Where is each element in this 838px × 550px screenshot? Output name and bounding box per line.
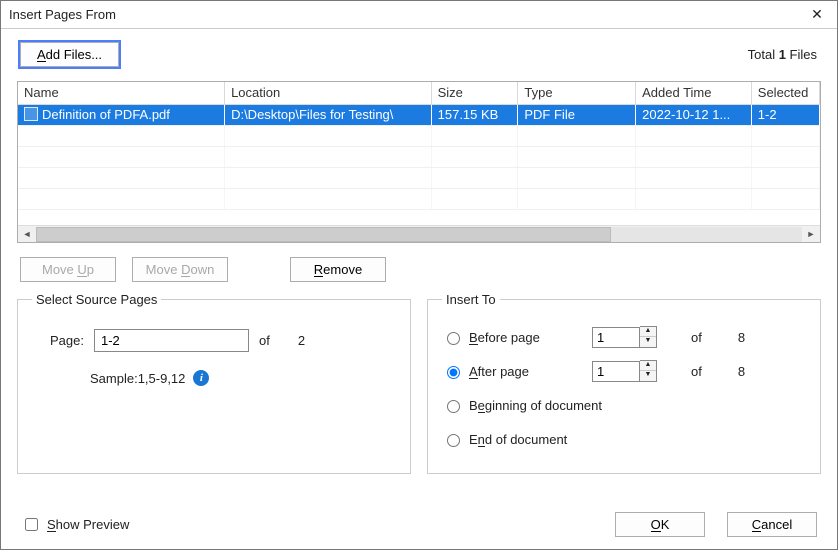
move-down-button[interactable]: Move Down (132, 257, 228, 282)
after-of-label: of (691, 364, 702, 379)
cell-selected: 1-2 (751, 104, 819, 125)
after-page-radio[interactable]: After page (442, 363, 582, 379)
before-page-radio-input[interactable] (447, 332, 460, 345)
ok-button[interactable]: OK (615, 512, 705, 537)
scroll-left-icon[interactable]: ◄ (18, 227, 36, 242)
info-icon[interactable]: i (193, 370, 209, 386)
insert-legend: Insert To (442, 292, 500, 307)
beginning-radio[interactable]: Beginning of document (442, 397, 602, 413)
spinner-up-icon[interactable]: ▲ (640, 361, 656, 371)
page-range-input[interactable] (94, 329, 249, 352)
select-source-pages-group: Select Source Pages Page: of 2 Sample:1,… (17, 292, 411, 474)
cancel-button[interactable]: Cancel (727, 512, 817, 537)
page-label: Page: (50, 333, 84, 348)
after-page-value[interactable] (592, 361, 640, 382)
before-page-value[interactable] (592, 327, 640, 348)
source-legend: Select Source Pages (32, 292, 161, 307)
page-of-value: 2 (298, 333, 305, 348)
cell-location: D:\Desktop\Files for Testing\ (225, 104, 432, 125)
after-page-radio-input[interactable] (447, 366, 460, 379)
table-row[interactable]: Definition of PDFA.pdf D:\Desktop\Files … (18, 104, 820, 125)
before-page-radio[interactable]: Before page (442, 329, 582, 345)
show-preview-input[interactable] (25, 518, 38, 531)
add-files-button[interactable]: Add Files... (20, 42, 119, 67)
horizontal-scrollbar[interactable]: ◄ ► (18, 225, 820, 242)
files-table[interactable]: Name Location Size Type Added Time Selec… (17, 81, 821, 243)
sample-label: Sample:1,5-9,12 (90, 371, 185, 386)
spinner-down-icon[interactable]: ▼ (640, 337, 656, 347)
beginning-radio-input[interactable] (447, 400, 460, 413)
cell-name: Definition of PDFA.pdf (42, 107, 170, 122)
after-of-total: 8 (738, 364, 745, 379)
title-bar: Insert Pages From ✕ (1, 1, 837, 29)
col-header-size[interactable]: Size (431, 82, 518, 104)
spinner-up-icon[interactable]: ▲ (640, 327, 656, 337)
scrollbar-thumb[interactable] (36, 227, 611, 242)
col-header-type[interactable]: Type (518, 82, 636, 104)
cell-type: PDF File (518, 104, 636, 125)
end-radio-input[interactable] (447, 434, 460, 447)
close-icon: ✕ (811, 6, 823, 23)
remove-button[interactable]: Remove (290, 257, 386, 282)
window-title: Insert Pages From (9, 7, 116, 22)
cell-added: 2022-10-12 1... (636, 104, 752, 125)
col-header-name[interactable]: Name (18, 82, 225, 104)
show-preview-checkbox[interactable]: Show Preview (21, 515, 129, 534)
end-radio[interactable]: End of document (442, 431, 582, 447)
before-of-total: 8 (738, 330, 745, 345)
col-header-added[interactable]: Added Time (636, 82, 752, 104)
cell-size: 157.15 KB (431, 104, 518, 125)
insert-to-group: Insert To Before page ▲▼ of 8 (427, 292, 821, 474)
close-button[interactable]: ✕ (797, 2, 837, 28)
total-files-label: Total 1 Files (748, 47, 817, 62)
move-up-button[interactable]: Move Up (20, 257, 116, 282)
spinner-down-icon[interactable]: ▼ (640, 371, 656, 381)
pdf-file-icon (24, 107, 38, 121)
table-header-row[interactable]: Name Location Size Type Added Time Selec… (18, 82, 820, 104)
scroll-right-icon[interactable]: ► (802, 227, 820, 242)
col-header-location[interactable]: Location (225, 82, 432, 104)
page-of-label: of (259, 333, 270, 348)
dialog-window: Insert Pages From ✕ Add Files... Total 1… (0, 0, 838, 550)
col-header-selected[interactable]: Selected (751, 82, 819, 104)
before-of-label: of (691, 330, 702, 345)
